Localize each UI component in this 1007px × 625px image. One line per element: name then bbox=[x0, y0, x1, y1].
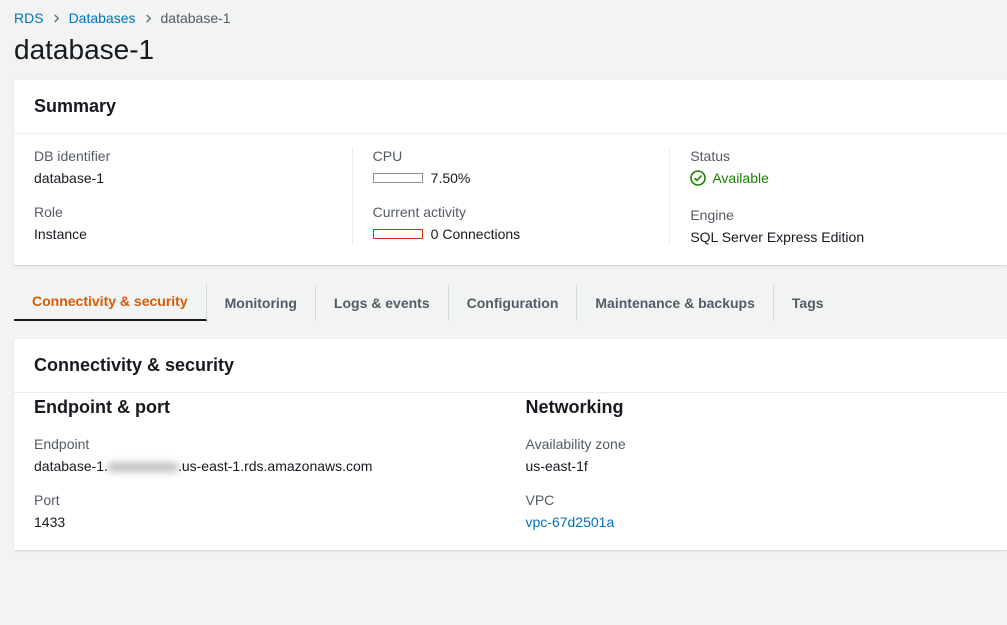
db-identifier-value: database-1 bbox=[34, 170, 332, 186]
status-badge: Available bbox=[690, 170, 769, 186]
tabs: Connectivity & security Monitoring Logs … bbox=[14, 283, 1007, 321]
activity-meter bbox=[373, 229, 423, 239]
endpoint-value: database-1.xxxxxxxxxx.us-east-1.rds.amaz… bbox=[34, 458, 496, 474]
port-value: 1433 bbox=[34, 514, 496, 530]
summary-panel: Summary DB identifier database-1 Role In… bbox=[14, 80, 1007, 265]
engine-value: SQL Server Express Edition bbox=[690, 229, 967, 245]
networking-title: Networking bbox=[526, 397, 988, 418]
chevron-right-icon bbox=[144, 10, 153, 26]
engine-label: Engine bbox=[690, 207, 967, 223]
status-value: Available bbox=[712, 170, 769, 186]
endpoint-port-title: Endpoint & port bbox=[34, 397, 496, 418]
summary-header: Summary bbox=[14, 80, 1007, 134]
tab-monitoring[interactable]: Monitoring bbox=[207, 285, 316, 321]
cpu-value: 7.50% bbox=[431, 170, 471, 186]
az-value: us-east-1f bbox=[526, 458, 988, 474]
page-title: database-1 bbox=[0, 26, 1007, 80]
breadcrumb-databases[interactable]: Databases bbox=[69, 10, 136, 26]
cpu-label: CPU bbox=[373, 148, 650, 164]
db-identifier-label: DB identifier bbox=[34, 148, 332, 164]
tab-configuration[interactable]: Configuration bbox=[449, 285, 578, 321]
breadcrumb: RDS Databases database-1 bbox=[0, 0, 1007, 26]
role-value: Instance bbox=[34, 226, 332, 242]
tab-tags[interactable]: Tags bbox=[774, 285, 842, 321]
endpoint-redacted: xxxxxxxxxx bbox=[108, 458, 178, 474]
activity-label: Current activity bbox=[373, 204, 650, 220]
connectivity-panel: Connectivity & security Endpoint & port … bbox=[14, 339, 1007, 550]
cpu-meter bbox=[373, 173, 423, 183]
endpoint-label: Endpoint bbox=[34, 436, 496, 452]
chevron-right-icon bbox=[52, 10, 61, 26]
role-label: Role bbox=[34, 204, 332, 220]
az-label: Availability zone bbox=[526, 436, 988, 452]
vpc-label: VPC bbox=[526, 492, 988, 508]
connectivity-header: Connectivity & security bbox=[14, 339, 1007, 393]
tab-maintenance[interactable]: Maintenance & backups bbox=[577, 285, 774, 321]
activity-value: 0 Connections bbox=[431, 226, 521, 242]
check-circle-icon bbox=[690, 170, 706, 186]
tab-connectivity[interactable]: Connectivity & security bbox=[14, 283, 207, 321]
breadcrumb-current: database-1 bbox=[161, 10, 231, 26]
port-label: Port bbox=[34, 492, 496, 508]
breadcrumb-rds[interactable]: RDS bbox=[14, 10, 44, 26]
vpc-link[interactable]: vpc-67d2501a bbox=[526, 514, 615, 530]
status-label: Status bbox=[690, 148, 967, 164]
tab-logs[interactable]: Logs & events bbox=[316, 285, 449, 321]
